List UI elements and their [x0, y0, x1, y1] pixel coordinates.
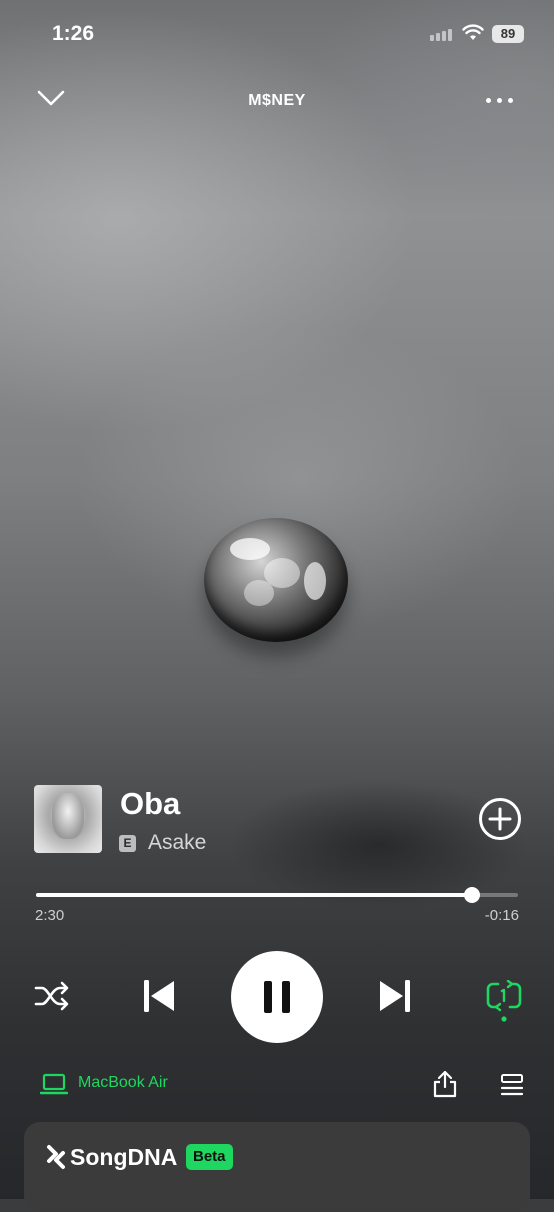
remaining-time: -0:16 [484, 907, 519, 924]
album-cover [34, 785, 102, 853]
beta-badge: Beta [186, 1144, 233, 1170]
songdna-icon [47, 1145, 65, 1169]
queue-icon[interactable] [500, 1073, 524, 1097]
skip-previous-icon[interactable] [142, 978, 176, 1014]
song-title[interactable]: Oba [120, 786, 180, 822]
player-header: M$NEY [0, 82, 554, 122]
artist-name[interactable]: Asake [148, 831, 206, 855]
status-time: 1:26 [52, 22, 95, 45]
status-bar: 1:26 89 [0, 0, 554, 70]
repeat-one-icon[interactable] [486, 980, 522, 1024]
add-circle-icon[interactable] [478, 797, 522, 841]
battery-indicator: 89 [492, 25, 524, 43]
album-title: M$NEY [248, 92, 306, 109]
progress-bar[interactable] [36, 887, 518, 903]
artwork-object [204, 518, 348, 642]
connected-device-label[interactable]: MacBook Air [78, 1074, 168, 1092]
more-icon[interactable] [486, 90, 520, 110]
songdna-title: SongDNA [70, 1144, 178, 1170]
pause-icon[interactable] [231, 951, 323, 1043]
wifi-icon [462, 24, 484, 40]
shuffle-icon[interactable] [34, 981, 70, 1011]
progress-fill [36, 893, 472, 897]
progress-handle[interactable] [464, 887, 480, 903]
explicit-badge: E [119, 835, 136, 852]
cellular-signal-icon [430, 29, 452, 41]
elapsed-time: 2:30 [35, 907, 65, 924]
laptop-icon[interactable] [40, 1073, 68, 1095]
skip-next-icon[interactable] [378, 978, 412, 1014]
share-icon[interactable] [432, 1070, 458, 1098]
